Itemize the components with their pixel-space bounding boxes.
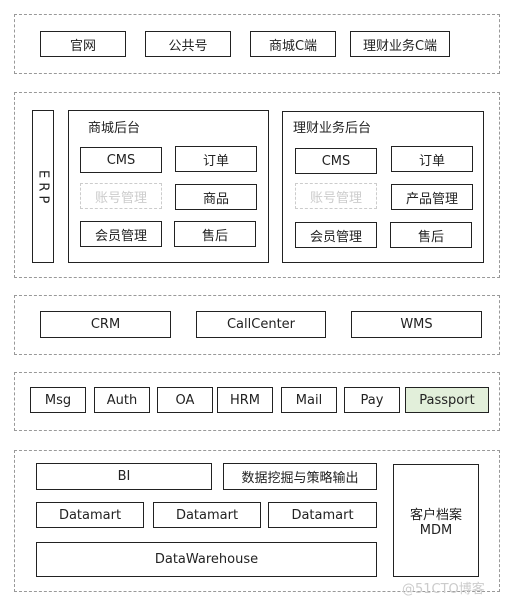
oa-box: OA [157, 387, 213, 413]
mdm-line1: 客户档案 [409, 507, 462, 523]
public-account-box: 公共号 [145, 31, 231, 57]
msg-box: Msg [30, 387, 86, 413]
fin-account: 账号管理 [295, 183, 377, 209]
passport-box: Passport [405, 387, 489, 413]
mall-member: 会员管理 [80, 221, 162, 247]
crm-box: CRM [40, 311, 171, 338]
fin-member: 会员管理 [295, 222, 377, 248]
watermark: @51CTO博客 [402, 582, 485, 597]
mall-cms: CMS [80, 147, 162, 173]
erp-label: E R P [35, 169, 51, 204]
datamart-box: Datamart [36, 502, 144, 528]
finance-c-box: 理财业务C端 [350, 31, 450, 57]
mall-backend-title: 商城后台 [88, 121, 141, 136]
callcenter-box: CallCenter [196, 311, 326, 338]
data-mining-box: 数据挖掘与策略输出 [223, 463, 377, 490]
fin-order: 订单 [391, 146, 473, 172]
mall-account: 账号管理 [80, 183, 162, 209]
fin-cms: CMS [295, 148, 377, 174]
pay-box: Pay [344, 387, 400, 413]
official-site-box: 官网 [40, 31, 126, 57]
mail-box: Mail [281, 387, 337, 413]
fin-product: 产品管理 [391, 184, 473, 210]
fin-aftersale: 售后 [390, 222, 472, 248]
wms-box: WMS [351, 311, 482, 338]
mall-order: 订单 [175, 146, 257, 172]
bi-box: BI [36, 463, 212, 490]
mall-goods: 商品 [175, 184, 257, 210]
datawarehouse-box: DataWarehouse [36, 542, 377, 577]
hrm-box: HRM [217, 387, 273, 413]
datamart-box: Datamart [153, 502, 261, 528]
mdm-box: 客户档案 MDM [393, 464, 479, 577]
mdm-line2: MDM [419, 522, 453, 538]
datamart-box: Datamart [268, 502, 377, 528]
finance-backend-title: 理财业务后台 [293, 121, 372, 136]
mall-c-box: 商城C端 [250, 31, 336, 57]
mall-aftersale: 售后 [174, 221, 256, 247]
erp-box: E R P [32, 110, 54, 263]
auth-box: Auth [94, 387, 150, 413]
